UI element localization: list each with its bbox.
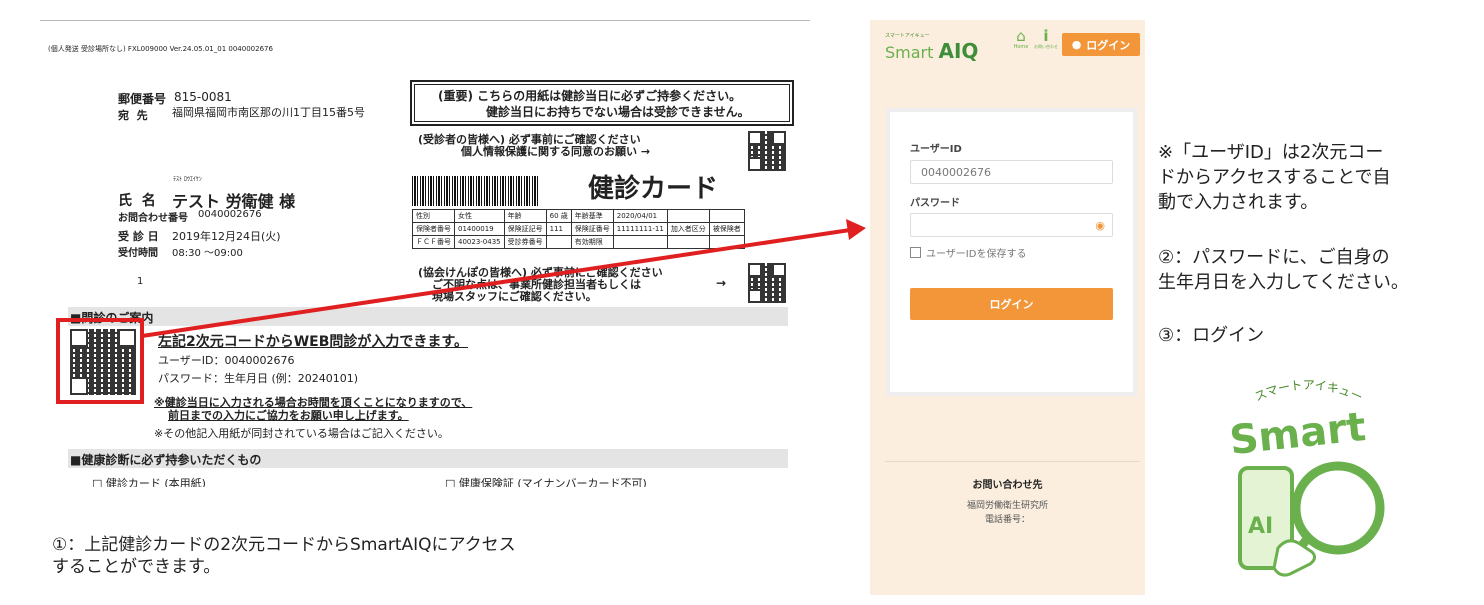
password-note-line-2: 生年月日を入力してください。 — [1158, 272, 1409, 293]
logo-aiq: AIQ — [938, 39, 979, 63]
info-icon: i — [1043, 27, 1049, 45]
header-login-button[interactable]: ● ログイン — [1062, 33, 1140, 56]
logo-kana: スマートアイキュー — [885, 33, 930, 39]
inquiry-nav[interactable]: i お問い合わせ — [1034, 28, 1058, 50]
footer-title: お問い合わせ先 — [972, 480, 1043, 491]
footer-divider — [885, 461, 1140, 462]
userid-note-line-2: ドからアクセスすることで自 — [1158, 167, 1391, 188]
login-card: ユーザーID 0040002676 パスワード ◉ ユーザーIDを保存する ログ… — [890, 112, 1133, 392]
smartaiq-login-screen: スマートアイキュー Smart AIQ ⌂ Home i お問い合わせ ● ログ… — [870, 20, 1145, 595]
app-logo[interactable]: スマートアイキュー Smart AIQ — [885, 32, 978, 63]
eye-icon[interactable]: ◉ — [1095, 214, 1105, 238]
inquiry-label: お問い合わせ — [1034, 44, 1058, 49]
caption-1-line-2: することができます。 — [52, 557, 221, 577]
header-login-label: ログイン — [1086, 38, 1131, 52]
checkbox-icon[interactable] — [910, 247, 921, 258]
svg-text:スマートアイキュー: スマートアイキュー — [1253, 378, 1365, 404]
userid-note-line-3: 動で入力されます。 — [1158, 192, 1319, 213]
login-note: ③：ログイン — [1158, 325, 1265, 346]
password-label: パスワード — [910, 198, 960, 209]
userid-note: ※「ユーザID」は2次元コー ドからアクセスすることで自 動で入力されます。 — [1158, 140, 1391, 215]
password-input[interactable]: ◉ — [910, 213, 1113, 237]
save-userid-label: ユーザーIDを保存する — [926, 249, 1027, 260]
password-note-line-1: ②：パスワードに、ご自身の — [1158, 247, 1390, 268]
hand-icon — [1272, 539, 1317, 577]
logo-kana-text: スマートアイキュー — [1253, 378, 1365, 404]
logo-smart-text: Smart — [1228, 404, 1368, 464]
logo-smart: Smart — [885, 43, 934, 62]
home-label: Home — [1013, 44, 1029, 50]
caption-1: ①：上記健診カードの2次元コードからSmartAIQにアクセス することができま… — [52, 534, 516, 578]
userid-input[interactable]: 0040002676 — [910, 160, 1113, 184]
logo-ai-text: AI — [1248, 514, 1273, 539]
password-note: ②：パスワードに、ご自身の 生年月日を入力してください。 — [1158, 245, 1409, 295]
user-icon: ● — [1071, 38, 1082, 51]
login-button[interactable]: ログイン — [910, 288, 1113, 320]
save-userid-checkbox[interactable]: ユーザーIDを保存する — [910, 245, 1026, 260]
home-icon: ⌂ — [1016, 27, 1026, 45]
smart-aiq-logo: スマートアイキュー Smart AI — [1228, 378, 1385, 577]
userid-label: ユーザーID — [910, 144, 962, 155]
app-header: スマートアイキュー Smart AIQ ⌂ Home i お問い合わせ ● ログ… — [870, 20, 1145, 72]
footer-tel: 電話番号： — [984, 515, 1030, 525]
home-nav[interactable]: ⌂ Home — [1010, 28, 1032, 50]
footer-org: 福岡労働衛生研究所 — [966, 501, 1048, 511]
caption-1-line-1: ①：上記健診カードの2次元コードからSmartAIQにアクセス — [52, 535, 516, 555]
userid-note-line-1: ※「ユーザID」は2次元コー — [1158, 142, 1384, 163]
